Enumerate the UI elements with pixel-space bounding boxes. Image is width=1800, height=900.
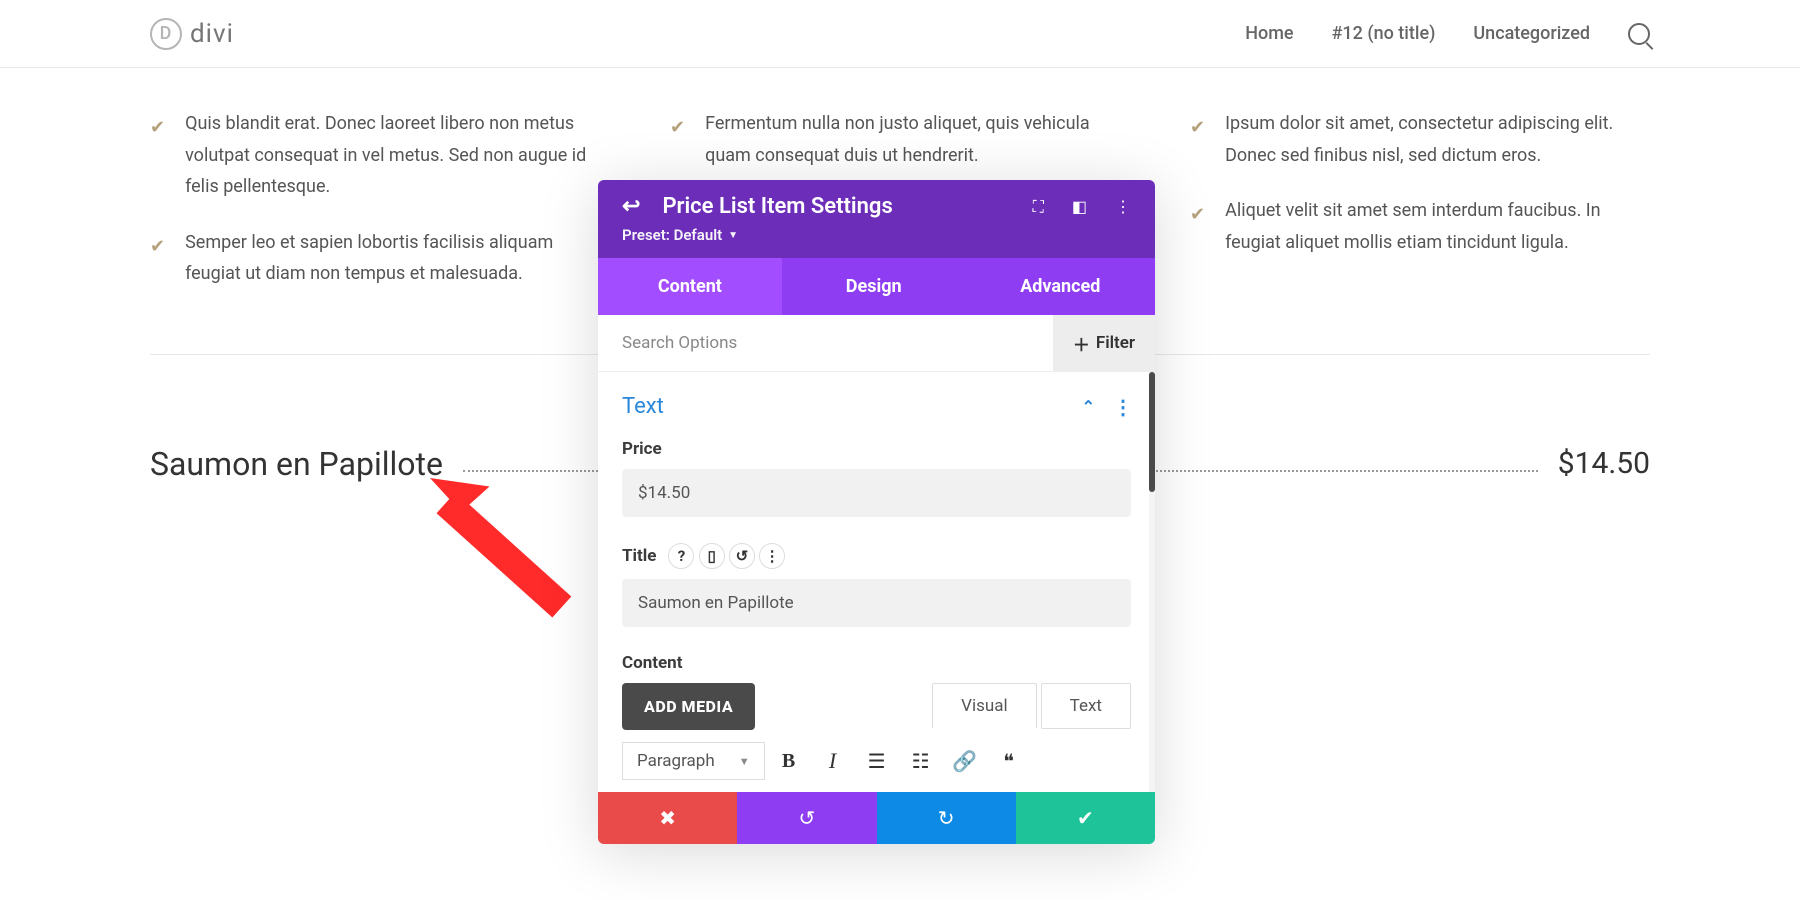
check-icon: ✔ — [1077, 806, 1094, 830]
back-icon[interactable]: ↩ — [622, 194, 640, 219]
content-field: Content ADD MEDIA Visual Text Paragraph … — [622, 653, 1131, 780]
logo-text: divi — [190, 19, 234, 49]
price-field: Price — [622, 439, 1131, 517]
feature-text: Fermentum nulla non justo aliquet, quis … — [705, 108, 1130, 171]
check-icon: ✔ — [1190, 112, 1205, 171]
numbered-list-icon[interactable]: ☷ — [901, 742, 941, 780]
title-field: Title ? ▯ ↺ ⋮ — [622, 543, 1131, 627]
annotation-arrow-icon — [430, 478, 600, 652]
feature-col-3: ✔ Ipsum dolor sit amet, consectetur adip… — [1190, 108, 1650, 314]
check-icon: ✔ — [1190, 199, 1205, 258]
blockquote-icon[interactable]: ❝ — [989, 742, 1029, 780]
editor-mode-tabs: Visual Text — [932, 683, 1131, 729]
undo-button[interactable]: ↺ — [737, 792, 876, 844]
preset-dropdown[interactable]: Preset: Default ▼ — [622, 226, 738, 250]
bullet-list-icon[interactable]: ☰ — [857, 742, 897, 780]
editor-tab-text[interactable]: Text — [1041, 683, 1131, 729]
undo-icon: ↺ — [798, 806, 815, 830]
modal-body: Text ⌃ ⋮ Price Title ? ▯ ↺ ⋮ Co — [598, 372, 1155, 792]
check-icon: ✔ — [150, 112, 165, 203]
close-icon: ✖ — [659, 806, 676, 830]
plus-icon: ＋ — [1073, 331, 1090, 356]
content-label: Content — [622, 653, 1131, 673]
reset-icon[interactable]: ↺ — [729, 543, 755, 569]
tab-advanced[interactable]: Advanced — [966, 258, 1155, 315]
settings-modal: ↩ Price List Item Settings ⛶ ◧ ⋮ Preset:… — [598, 180, 1155, 844]
title-input[interactable] — [622, 579, 1131, 627]
site-logo[interactable]: D divi — [150, 18, 234, 50]
feature-text: Quis blandit erat. Donec laoreet libero … — [185, 108, 610, 203]
feature-item: ✔ Semper leo et sapien lobortis facilisi… — [150, 227, 610, 290]
expand-icon[interactable]: ⛶ — [1033, 197, 1044, 217]
dock-icon[interactable]: ◧ — [1072, 197, 1087, 216]
logo-icon: D — [150, 18, 182, 50]
site-header: D divi Home #12 (no title) Uncategorized — [0, 0, 1800, 68]
nav-item-12[interactable]: #12 (no title) — [1332, 23, 1436, 44]
check-icon: ✔ — [670, 112, 685, 171]
modal-tabs: Content Design Advanced — [598, 258, 1155, 315]
link-icon[interactable]: 🔗 — [945, 742, 985, 780]
editor-toolbar: Paragraph ▼ B I ☰ ☷ 🔗 ❝ — [622, 742, 1131, 780]
filter-label: Filter — [1096, 333, 1135, 353]
section-text-header[interactable]: Text ⌃ ⋮ — [622, 394, 1131, 419]
feature-text: Semper leo et sapien lobortis facilisis … — [185, 227, 610, 290]
section-title: Text — [622, 394, 664, 419]
preset-label: Preset: Default — [622, 226, 722, 244]
nav-home[interactable]: Home — [1245, 23, 1293, 44]
menu-item-price: $14.50 — [1558, 446, 1650, 481]
price-label: Price — [622, 439, 1131, 459]
chevron-up-icon[interactable]: ⌃ — [1082, 397, 1095, 416]
help-icon[interactable]: ? — [668, 543, 694, 569]
responsive-icon[interactable]: ▯ — [699, 543, 725, 569]
redo-button[interactable]: ↻ — [877, 792, 1016, 844]
redo-icon: ↻ — [938, 806, 955, 830]
menu-item-title: Saumon en Papillote — [150, 445, 443, 483]
feature-item: ✔ Fermentum nulla non justo aliquet, qui… — [670, 108, 1130, 171]
italic-icon[interactable]: I — [813, 742, 853, 780]
check-icon: ✔ — [150, 231, 165, 290]
feature-text: Aliquet velit sit amet sem interdum fauc… — [1225, 195, 1650, 258]
feature-text: Ipsum dolor sit amet, consectetur adipis… — [1225, 108, 1650, 171]
editor-tab-visual[interactable]: Visual — [932, 683, 1036, 729]
modal-title: Price List Item Settings — [662, 194, 1010, 219]
section-menu-icon[interactable]: ⋮ — [1113, 395, 1131, 419]
primary-nav: Home #12 (no title) Uncategorized — [1245, 23, 1650, 45]
save-button[interactable]: ✔ — [1016, 792, 1155, 844]
nav-uncategorized[interactable]: Uncategorized — [1473, 23, 1590, 44]
title-label: Title — [622, 546, 656, 566]
feature-col-1: ✔ Quis blandit erat. Donec laoreet liber… — [150, 108, 610, 314]
bold-icon[interactable]: B — [769, 742, 809, 780]
field-menu-icon[interactable]: ⋮ — [759, 543, 785, 569]
tab-design[interactable]: Design — [782, 258, 966, 315]
price-input[interactable] — [622, 469, 1131, 517]
add-media-button[interactable]: ADD MEDIA — [622, 683, 755, 730]
filter-button[interactable]: ＋ Filter — [1053, 315, 1155, 371]
search-row: ＋ Filter — [598, 315, 1155, 372]
scrollbar-thumb[interactable] — [1149, 372, 1155, 492]
feature-item: ✔ Quis blandit erat. Donec laoreet liber… — [150, 108, 610, 203]
search-icon[interactable] — [1628, 23, 1650, 45]
caret-down-icon: ▼ — [728, 230, 738, 241]
modal-footer: ✖ ↺ ↻ ✔ — [598, 792, 1155, 844]
modal-header[interactable]: ↩ Price List Item Settings ⛶ ◧ ⋮ Preset:… — [598, 180, 1155, 258]
options-search-input[interactable] — [598, 315, 1053, 371]
cancel-button[interactable]: ✖ — [598, 792, 737, 844]
format-select-value: Paragraph — [637, 751, 715, 771]
caret-down-icon: ▼ — [739, 755, 750, 768]
feature-item: ✔ Aliquet velit sit amet sem interdum fa… — [1190, 195, 1650, 258]
feature-item: ✔ Ipsum dolor sit amet, consectetur adip… — [1190, 108, 1650, 171]
tab-content[interactable]: Content — [598, 258, 782, 315]
format-select[interactable]: Paragraph ▼ — [622, 742, 765, 780]
more-icon[interactable]: ⋮ — [1115, 197, 1131, 216]
